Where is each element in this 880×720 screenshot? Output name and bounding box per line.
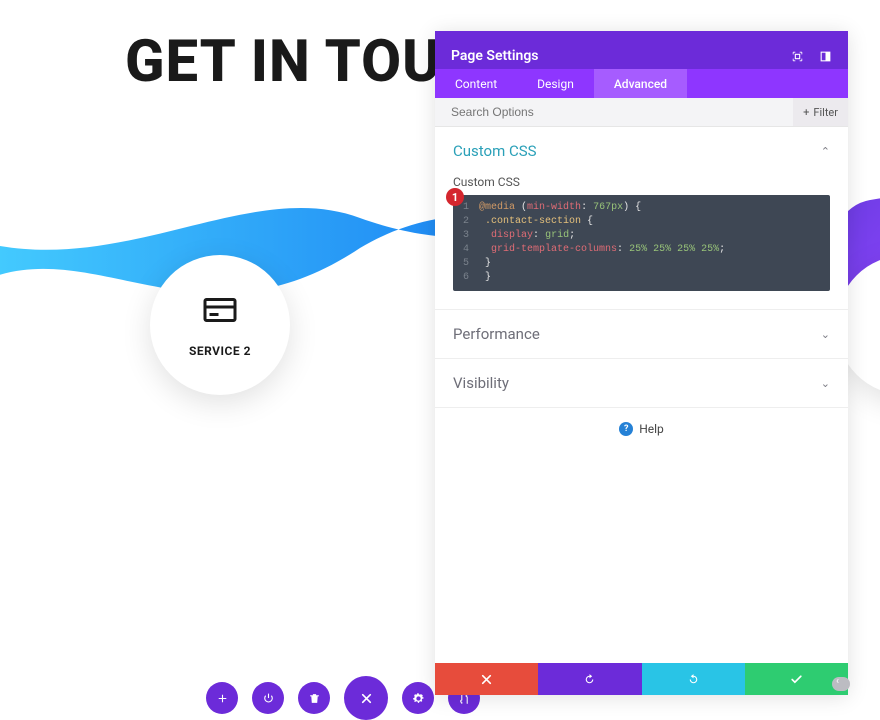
tab-design[interactable]: Design (517, 69, 594, 98)
section-title: Custom CSS (453, 142, 537, 160)
section-title: Performance (453, 325, 540, 343)
section-performance: Performance ⌄ (435, 310, 848, 359)
section-header-visibility[interactable]: Visibility ⌄ (435, 359, 848, 407)
help-icon: ? (619, 422, 633, 436)
collapse-toggle[interactable] (832, 677, 850, 691)
snap-icon[interactable] (818, 49, 832, 63)
filter-label: Filter (813, 106, 838, 119)
panel-header: Page Settings (435, 31, 848, 69)
redo-button[interactable] (642, 663, 745, 695)
section-visibility: Visibility ⌄ (435, 359, 848, 408)
undo-button[interactable] (538, 663, 641, 695)
service-card-2[interactable]: SERVICE 2 (150, 255, 290, 395)
step-badge: 1 (446, 188, 464, 206)
section-header-custom-css[interactable]: Custom CSS ⌃ (435, 127, 848, 175)
panel-body: Custom CSS ⌃ Custom CSS 1 1@media (min-w… (435, 127, 848, 663)
code-area: 1 1@media (min-width: 767px) { 2 .contac… (453, 195, 830, 291)
chevron-up-icon: ⌃ (821, 145, 830, 158)
tab-content[interactable]: Content (435, 69, 517, 98)
power-button[interactable] (252, 682, 284, 714)
section-title: Visibility (453, 374, 509, 392)
help-label: Help (639, 422, 664, 436)
code-editor[interactable]: 1@media (min-width: 767px) { 2 .contact-… (453, 195, 830, 291)
panel-footer (435, 663, 848, 695)
discard-button[interactable] (435, 663, 538, 695)
panel-tabs: Content Design Advanced (435, 69, 848, 98)
service-card-label: SERVICE 2 (189, 344, 251, 358)
tab-advanced[interactable]: Advanced (594, 69, 687, 98)
page-settings-panel: Page Settings Content Design Advanced + … (435, 31, 848, 695)
search-row: + Filter (435, 98, 848, 127)
section-custom-css: Custom CSS ⌃ Custom CSS 1 1@media (min-w… (435, 127, 848, 310)
section-header-performance[interactable]: Performance ⌄ (435, 310, 848, 358)
close-button[interactable] (344, 676, 388, 720)
add-button[interactable] (206, 682, 238, 714)
panel-title: Page Settings (451, 48, 539, 64)
chevron-down-icon: ⌄ (821, 377, 830, 390)
subsection-label: Custom CSS (435, 175, 848, 195)
search-input[interactable] (451, 105, 793, 119)
gear-button[interactable] (402, 682, 434, 714)
help-row[interactable]: ? Help (435, 408, 848, 450)
card-icon (202, 292, 238, 332)
chevron-down-icon: ⌄ (821, 328, 830, 341)
expand-icon[interactable] (790, 49, 804, 63)
filter-button[interactable]: + Filter (793, 98, 848, 126)
plus-icon: + (803, 106, 809, 119)
trash-button[interactable] (298, 682, 330, 714)
